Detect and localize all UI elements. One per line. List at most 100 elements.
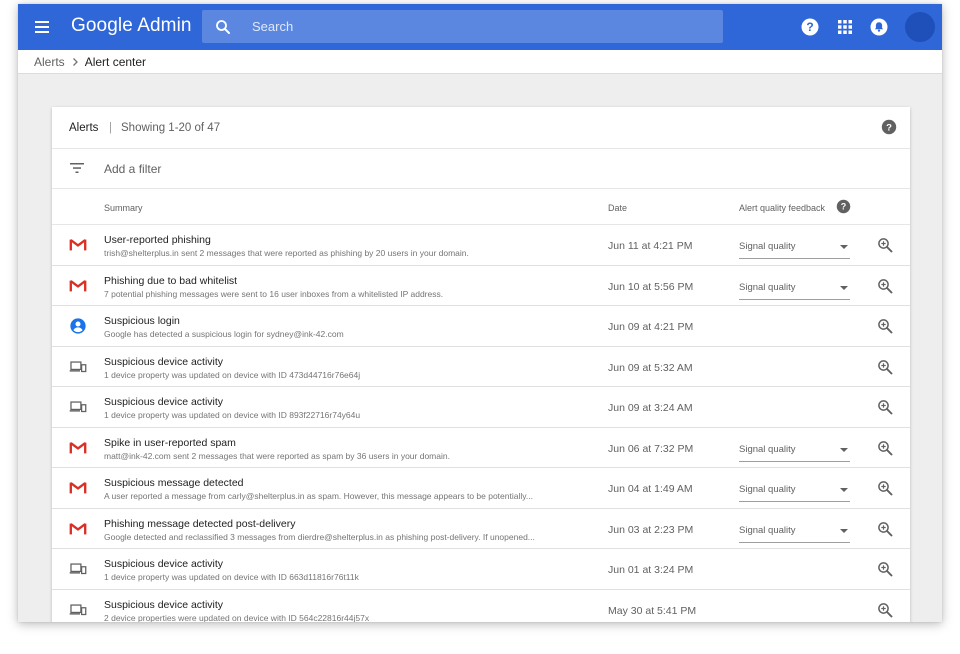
chevron-right-icon bbox=[72, 57, 78, 66]
gmail-icon bbox=[69, 520, 87, 538]
zoom-in-icon[interactable] bbox=[877, 399, 893, 415]
alert-date: Jun 01 at 3:24 PM bbox=[608, 564, 694, 576]
alert-title: Spike in user-reported spam bbox=[104, 436, 236, 449]
signal-quality-value: Signal quality bbox=[739, 484, 796, 495]
dropdown-arrow-icon bbox=[840, 447, 848, 452]
alert-description: 1 device property was updated on device … bbox=[104, 410, 361, 420]
signal-quality-value: Signal quality bbox=[739, 524, 796, 536]
alert-date: May 30 at 5:41 PM bbox=[608, 604, 697, 617]
card-title: Alerts bbox=[69, 122, 99, 134]
devices-icon bbox=[69, 398, 87, 416]
zoom-in-icon[interactable] bbox=[877, 278, 893, 294]
zoom-in-icon[interactable] bbox=[877, 440, 893, 456]
alert-row[interactable]: Suspicious login Google has detected a su… bbox=[52, 306, 910, 347]
alert-title: Suspicious device activity bbox=[104, 355, 224, 368]
zoom-in-icon[interactable] bbox=[877, 237, 893, 253]
alert-date: Jun 09 at 3:24 AM bbox=[608, 402, 693, 414]
add-filter-label: Add a filter bbox=[104, 162, 162, 176]
alert-description: 7 potential phishing messages were sent … bbox=[104, 288, 444, 299]
alert-date: Jun 06 at 7:32 PM bbox=[608, 442, 694, 455]
signal-quality-dropdown[interactable]: Signal quality bbox=[739, 278, 850, 300]
column-header-quality: Alert quality feedback bbox=[739, 203, 826, 213]
title-divider: | bbox=[109, 122, 112, 134]
app-window: Google Admin ? Alerts Alert center Alert… bbox=[18, 4, 942, 622]
account-avatar[interactable] bbox=[905, 12, 935, 42]
signal-quality-value: Signal quality bbox=[739, 443, 796, 455]
menu-icon[interactable] bbox=[30, 15, 54, 39]
devices-icon bbox=[69, 601, 87, 619]
alert-description: Google detected and reclassified 3 messa… bbox=[104, 531, 535, 542]
alert-date: Jun 04 at 1:49 AM bbox=[608, 483, 693, 495]
alert-row[interactable]: Spike in user-reported spam matt@ink-42.c… bbox=[52, 428, 910, 468]
gmail-icon bbox=[69, 479, 87, 497]
alert-description: matt@ink-42.com sent 2 messages that wer… bbox=[104, 450, 450, 461]
filter-icon bbox=[70, 163, 84, 173]
gmail-icon bbox=[69, 236, 87, 254]
alert-description: 2 device properties were updated on devi… bbox=[104, 612, 370, 623]
gmail-icon bbox=[69, 277, 87, 295]
alert-row[interactable]: Phishing message detected post-delivery G… bbox=[52, 509, 910, 549]
help-icon[interactable]: ? bbox=[881, 119, 897, 135]
zoom-in-icon[interactable] bbox=[877, 318, 893, 334]
alert-date: Jun 10 at 5:56 PM bbox=[608, 280, 694, 293]
signal-quality-dropdown[interactable]: Signal quality bbox=[739, 480, 850, 502]
signal-quality-dropdown[interactable]: Signal quality bbox=[739, 440, 850, 462]
alert-description: Google has detected a suspicious login f… bbox=[104, 329, 344, 339]
alert-title: Phishing due to bad whitelist bbox=[104, 274, 238, 287]
alert-description: A user reported a message from carly@she… bbox=[104, 491, 533, 501]
help-icon[interactable]: ? bbox=[836, 199, 851, 214]
dropdown-arrow-icon bbox=[840, 488, 848, 492]
alert-row[interactable]: Suspicious message detected A user report… bbox=[52, 468, 910, 509]
devices-icon bbox=[69, 358, 87, 376]
alert-title: Suspicious device activity bbox=[104, 396, 224, 408]
alert-title: Suspicious device activity bbox=[104, 558, 224, 570]
alert-date: Jun 09 at 5:32 AM bbox=[608, 361, 693, 374]
signal-quality-dropdown[interactable]: Signal quality bbox=[739, 237, 850, 259]
alerts-card: Alerts | Showing 1-20 of 47 ? Add a filt… bbox=[52, 107, 910, 622]
alert-title: Suspicious login bbox=[104, 315, 180, 327]
search-box[interactable] bbox=[202, 10, 723, 43]
user-icon bbox=[69, 317, 87, 335]
alert-title: Suspicious message detected bbox=[104, 477, 244, 489]
search-input[interactable] bbox=[252, 10, 712, 43]
dropdown-arrow-icon bbox=[840, 285, 848, 290]
alert-row[interactable]: Phishing due to bad whitelist 7 potential… bbox=[52, 266, 910, 306]
alert-row[interactable]: Suspicious device activity 1 device prope… bbox=[52, 387, 910, 428]
zoom-in-icon[interactable] bbox=[877, 602, 893, 618]
alert-row[interactable]: Suspicious device activity 2 device prope… bbox=[52, 590, 910, 623]
zoom-in-icon[interactable] bbox=[877, 521, 893, 537]
zoom-in-icon[interactable] bbox=[877, 561, 893, 577]
signal-quality-dropdown[interactable]: Signal quality bbox=[739, 521, 850, 543]
alert-description: 1 device property was updated on device … bbox=[104, 369, 361, 380]
notifications-icon[interactable] bbox=[869, 17, 889, 37]
alert-date: Jun 11 at 4:21 PM bbox=[608, 240, 693, 252]
breadcrumb-current: Alert center bbox=[84, 54, 147, 69]
apps-grid-icon[interactable] bbox=[835, 17, 855, 37]
breadcrumb-alerts-link[interactable]: Alerts bbox=[34, 55, 65, 69]
devices-icon bbox=[69, 560, 87, 578]
alert-title: Suspicious device activity bbox=[104, 598, 224, 611]
add-filter-bar[interactable]: Add a filter bbox=[52, 149, 910, 189]
alert-row[interactable]: Suspicious device activity 1 device prope… bbox=[52, 549, 910, 590]
help-icon[interactable]: ? bbox=[800, 17, 820, 37]
zoom-in-icon[interactable] bbox=[877, 359, 893, 375]
table-header: Summary Date Alert quality feedback ? bbox=[52, 189, 910, 225]
alert-description: trish@shelterplus.in sent 2 messages tha… bbox=[104, 248, 469, 258]
dropdown-arrow-icon bbox=[840, 245, 848, 249]
alerts-list: User-reported phishing trish@shelterplus.… bbox=[52, 225, 910, 622]
column-header-date[interactable]: Date bbox=[608, 203, 627, 213]
zoom-in-icon[interactable] bbox=[877, 480, 893, 496]
alert-title: Phishing message detected post-delivery bbox=[104, 517, 296, 530]
column-header-summary[interactable]: Summary bbox=[104, 203, 143, 213]
svg-text:?: ? bbox=[886, 122, 892, 133]
search-icon bbox=[216, 20, 230, 34]
gmail-icon bbox=[69, 439, 87, 457]
svg-text:?: ? bbox=[841, 202, 847, 212]
breadcrumb: Alerts Alert center bbox=[18, 50, 942, 74]
alert-date: Jun 09 at 4:21 PM bbox=[608, 321, 694, 333]
alert-row[interactable]: Suspicious device activity 1 device prope… bbox=[52, 347, 910, 387]
brand-title[interactable]: Google Admin bbox=[71, 15, 192, 37]
dropdown-arrow-icon bbox=[840, 528, 848, 533]
alert-row[interactable]: User-reported phishing trish@shelterplus.… bbox=[52, 225, 910, 266]
alert-title: User-reported phishing bbox=[104, 234, 211, 246]
